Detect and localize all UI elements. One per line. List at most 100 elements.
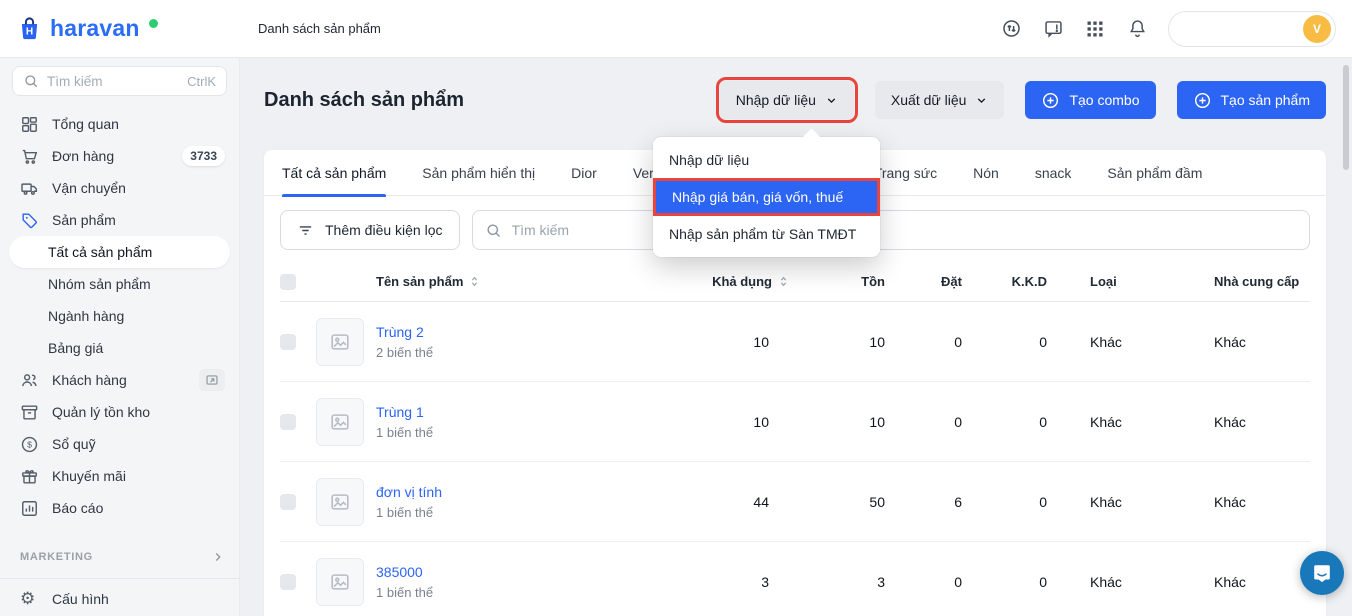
dropdown-item-label: Nhập giá bán, giá vốn, thuế	[672, 189, 844, 205]
sidebar-item-nganh-hang[interactable]: Ngành hàng	[0, 300, 239, 332]
export-data-button[interactable]: Xuất dữ liệu	[874, 81, 1005, 119]
sidebar-item-khach-hang[interactable]: Khách hàng	[0, 364, 239, 396]
sidebar-search-input[interactable]: Tìm kiếm CtrlK	[12, 66, 227, 96]
page-actions: Nhập dữ liệu Xuất dữ liệu Tạo combo Tạo …	[715, 77, 1326, 123]
tab-san-pham-hien-thi[interactable]: Sản phẩm hiển thị	[422, 150, 535, 196]
feedback-icon[interactable]	[1042, 18, 1064, 40]
table-row[interactable]: đơn vị tính 1 biến thể 44 50 6 0 Khác Kh…	[280, 462, 1310, 542]
dropdown-item-nhap-du-lieu[interactable]: Nhập dữ liệu	[653, 142, 880, 178]
tab-tat-ca-san-pham[interactable]: Tất cả sản phẩm	[282, 150, 387, 197]
column-header-name[interactable]: Tên sản phẩm	[316, 274, 576, 289]
product-name-link[interactable]: 385000	[376, 564, 576, 580]
cell-vendor: Khác	[1214, 493, 1246, 510]
sidebar-item-label: Cấu hình	[52, 591, 109, 607]
product-name-link[interactable]: Trùng 1	[376, 404, 576, 420]
sidebar-item-quan-ly-ton-kho[interactable]: Quản lý tồn kho	[0, 396, 239, 428]
cell-available: 10	[753, 333, 769, 350]
header-label: Tên sản phẩm	[376, 274, 464, 289]
sidebar-item-don-hang[interactable]: Đơn hàng 3733	[0, 140, 239, 172]
product-name-link[interactable]: Trùng 2	[376, 324, 576, 340]
sidebar-search-placeholder: Tìm kiếm	[47, 73, 103, 89]
table-search-input[interactable]	[511, 222, 1297, 238]
product-image-placeholder-icon	[316, 477, 364, 526]
dropdown-item-nhap-gia-ban[interactable]: Nhập giá bán, giá vốn, thuế	[653, 178, 880, 216]
product-variants: 2 biến thể	[376, 344, 434, 360]
tab-san-pham-dam[interactable]: Sản phẩm đầm	[1107, 150, 1202, 196]
create-product-label: Tạo sản phẩm	[1220, 92, 1311, 108]
sidebar-item-so-quy[interactable]: $ Sổ quỹ	[0, 428, 239, 460]
gear-icon: ⚙	[20, 588, 36, 609]
dashboard-icon	[20, 115, 39, 134]
column-header-committed[interactable]: Đặt	[885, 274, 962, 289]
select-all-checkbox[interactable]	[280, 273, 296, 290]
plus-circle-icon	[1041, 91, 1060, 110]
sidebar-item-nhom-san-pham[interactable]: Nhóm sản phẩm	[0, 268, 239, 300]
scrollbar-thumb[interactable]	[1343, 65, 1349, 170]
import-data-button[interactable]: Nhập dữ liệu	[715, 77, 858, 123]
brand-logo[interactable]: H haravan	[0, 15, 240, 42]
tab-trang-suc[interactable]: Trang sức	[874, 150, 937, 196]
product-variants: 1 biến thể	[376, 584, 434, 600]
sidebar-subitem-label: Tất cả sản phẩm	[48, 244, 153, 260]
table-row[interactable]: Trùng 2 2 biến thể 10 10 0 0 Khác Khác	[280, 302, 1310, 382]
status-dot	[148, 19, 158, 28]
account-search-pill[interactable]: V	[1168, 10, 1336, 47]
product-name-link[interactable]: đơn vị tính	[376, 484, 576, 500]
orders-count-badge: 3733	[182, 146, 225, 166]
header-label: Khả dụng	[712, 274, 772, 289]
sidebar-item-bang-gia[interactable]: Bảng giá	[0, 332, 239, 364]
column-header-type[interactable]: Loại	[1047, 274, 1214, 289]
topbar: H haravan Danh sách sản phẩm V	[0, 0, 1352, 58]
chat-widget-button[interactable]	[1300, 551, 1344, 595]
tab-label: Trang sức	[873, 164, 938, 181]
table-row[interactable]: 385000 1 biến thể 3 3 0 0 Khác Khác	[280, 542, 1310, 616]
dropdown-item-nhap-san-pham-tmdt[interactable]: Nhập sản phẩm từ Sàn TMĐT	[653, 216, 880, 252]
row-checkbox[interactable]	[280, 493, 296, 510]
sidebar-item-tat-ca-san-pham[interactable]: Tất cả sản phẩm	[9, 236, 230, 268]
row-checkbox[interactable]	[280, 573, 296, 590]
row-checkbox[interactable]	[280, 333, 296, 350]
sidebar-search-shortcut: CtrlK	[187, 73, 216, 89]
sidebar-subitem-label: Bảng giá	[48, 340, 104, 356]
cell-kkd: 0	[1039, 413, 1047, 430]
sync-activity-icon[interactable]	[1000, 18, 1022, 40]
product-image-placeholder-icon	[316, 397, 364, 446]
tab-label: Nón	[973, 164, 999, 181]
tab-non[interactable]: Nón	[973, 150, 999, 196]
column-header-available[interactable]: Khả dụng	[576, 274, 790, 289]
table-row[interactable]: Trùng 1 1 biến thể 10 10 0 0 Khác Khác	[280, 382, 1310, 462]
product-table: Tên sản phẩm Khả dụng Tồn Đặt K.K.D Loại…	[264, 262, 1326, 616]
create-product-button[interactable]: Tạo sản phẩm	[1176, 81, 1326, 119]
tab-snack[interactable]: snack	[1035, 150, 1072, 196]
sort-icon[interactable]	[777, 275, 790, 288]
open-external-icon[interactable]	[199, 369, 225, 391]
avatar[interactable]: V	[1303, 14, 1331, 43]
sidebar-item-bao-cao[interactable]: Báo cáo	[0, 492, 239, 524]
sidebar-item-label: Khuyến mãi	[52, 468, 126, 484]
sidebar-section-marketing[interactable]: MARKETING	[0, 542, 239, 572]
row-checkbox[interactable]	[280, 413, 296, 430]
chevron-down-icon	[975, 94, 988, 107]
cell-kkd: 0	[1039, 493, 1047, 510]
sidebar-subitem-label: Ngành hàng	[48, 308, 125, 324]
bell-icon[interactable]	[1126, 18, 1148, 40]
add-filter-button[interactable]: Thêm điều kiện lọc	[280, 210, 460, 250]
column-header-on-hand[interactable]: Tồn	[790, 274, 885, 289]
sort-icon[interactable]	[468, 275, 481, 288]
cell-on-hand: 3	[877, 573, 885, 590]
sidebar-item-san-pham[interactable]: Sản phẩm	[0, 204, 239, 236]
create-combo-label: Tạo combo	[1069, 92, 1140, 108]
tab-dior[interactable]: Dior	[571, 150, 597, 196]
create-combo-button[interactable]: Tạo combo	[1025, 81, 1156, 119]
customers-icon	[20, 371, 39, 390]
table-search-box[interactable]	[471, 210, 1310, 250]
apps-grid-icon[interactable]	[1084, 18, 1106, 40]
main-content: Danh sách sản phẩm Nhập dữ liệu Xuất dữ …	[240, 58, 1352, 616]
sidebar-item-van-chuyen[interactable]: Vận chuyển	[0, 172, 239, 204]
sidebar-item-khuyen-mai[interactable]: Khuyến mãi	[0, 460, 239, 492]
tab-label: Dior	[571, 164, 597, 181]
sidebar-item-cau-hinh[interactable]: ⚙ Cấu hình	[0, 583, 239, 615]
column-header-vendor[interactable]: Nhà cung cấp	[1214, 274, 1310, 289]
sidebar-item-tong-quan[interactable]: Tổng quan	[0, 108, 239, 140]
column-header-kkd[interactable]: K.K.D	[962, 274, 1047, 289]
